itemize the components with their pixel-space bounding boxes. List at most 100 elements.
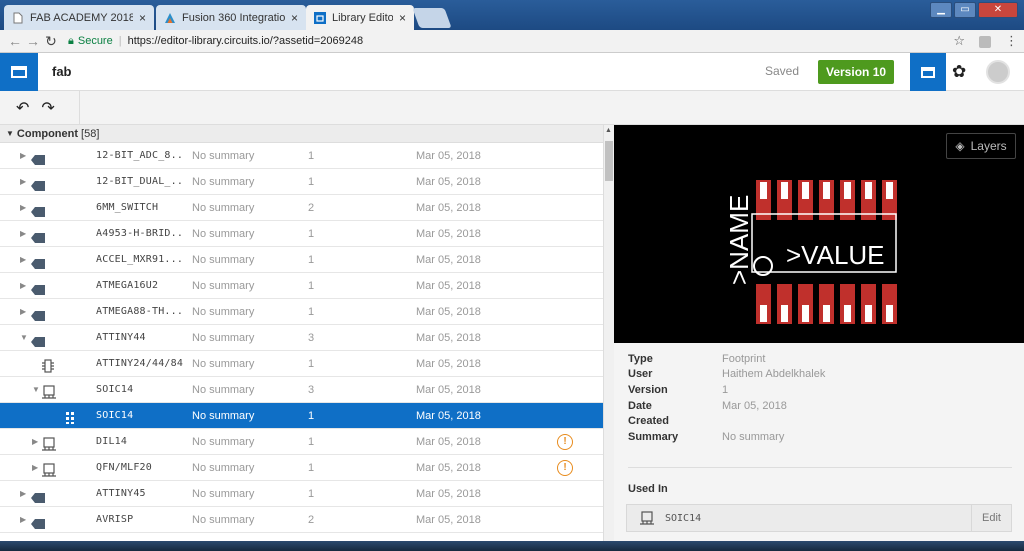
pad-mark (844, 305, 851, 322)
new-tab-button[interactable] (412, 8, 452, 28)
reload-icon[interactable]: ↻ (42, 33, 60, 50)
maximize-icon[interactable]: ▭ (954, 2, 976, 18)
row-version: 1 (308, 410, 315, 422)
forward-icon[interactable]: → (24, 33, 42, 49)
group-header-component[interactable]: ▼ Component [58] (0, 125, 603, 143)
library-logo-icon[interactable] (0, 52, 38, 91)
group-count: [58] (81, 127, 100, 140)
back-icon[interactable]: ← (6, 33, 24, 49)
component-icon (31, 155, 45, 165)
version-button[interactable]: Version 10 (818, 60, 895, 84)
browser-tab-fab-academy[interactable]: FAB ACADEMY 2018 - H × (4, 5, 154, 30)
component-list: ▼ Component [58] ▶ 12-BIT_ADC_8... No summ… (0, 125, 603, 551)
scrollbar-thumb[interactable] (605, 141, 613, 181)
list-item[interactable]: ▶ ATTINY45 No summary 1 Mar 05, 2018 (0, 481, 603, 507)
row-name: A4953-H-BRID... (96, 228, 184, 239)
row-date: Mar 05, 2018 (416, 306, 481, 318)
gear-icon[interactable]: ✿ (952, 62, 966, 82)
url-field[interactable]: 🔒︎ Secure | https://editor-library.circu… (68, 35, 363, 48)
edit-button[interactable]: Edit (971, 505, 1011, 531)
close-icon[interactable]: × (291, 11, 298, 25)
app-header: fab Saved Version 10 ✿ (0, 52, 1024, 91)
close-icon[interactable]: × (139, 11, 146, 25)
browser-tab-fusion[interactable]: Fusion 360 Integration w × (156, 5, 306, 30)
list-item[interactable]: ▶ 12-BIT_ADC_8... No summary 1 Mar 05, 2018 (0, 143, 603, 169)
detail-value: Footprint (722, 353, 766, 365)
minimize-icon[interactable]: ▁ (930, 2, 952, 18)
fusion-icon (165, 12, 175, 23)
row-date: Mar 05, 2018 (416, 176, 481, 188)
list-item[interactable]: SOIC14 No summary 1 Mar 05, 2018 (0, 403, 603, 429)
used-in-item[interactable]: SOIC14 Edit (626, 504, 1012, 532)
row-summary: No summary (192, 306, 255, 318)
divider (628, 467, 1012, 468)
window-close-icon[interactable]: ✕ (978, 2, 1018, 18)
chevron-right-icon[interactable]: ▶ (20, 481, 26, 507)
chevron-down-icon[interactable]: ▼ (32, 377, 40, 403)
name-label: >NAME (724, 195, 754, 285)
row-date: Mar 05, 2018 (416, 150, 481, 162)
row-icon (30, 254, 46, 269)
chevron-down-icon[interactable]: ▼ (20, 325, 28, 351)
chevron-right-icon[interactable]: ▶ (20, 221, 26, 247)
avatar[interactable] (986, 60, 1010, 84)
component-icon (31, 181, 45, 191)
undo-icon[interactable]: ↶ (16, 98, 29, 118)
chevron-right-icon[interactable]: ▶ (32, 429, 38, 455)
warning-icon[interactable]: ! (557, 434, 573, 450)
list-item[interactable]: ▶ ATMEGA16U2 No summary 1 Mar 05, 2018 (0, 273, 603, 299)
row-summary: No summary (192, 384, 255, 396)
list-item[interactable]: ▶ A4953-H-BRID... No summary 1 Mar 05, 2018 (0, 221, 603, 247)
row-date: Mar 05, 2018 (416, 462, 481, 474)
list-item[interactable]: ▶ ATMEGA88-TH... No summary 1 Mar 05, 2018 (0, 299, 603, 325)
list-item[interactable]: ▶ DIL14 No summary 1 Mar 05, 2018! (0, 429, 603, 455)
list-item[interactable]: ▼ ATTINY44 No summary 3 Mar 05, 2018 (0, 325, 603, 351)
row-version: 1 (308, 436, 315, 448)
bookmark-star-icon[interactable]: ☆ (953, 33, 965, 49)
list-item[interactable]: ▶ 6MM_SWITCH No summary 2 Mar 05, 2018 (0, 195, 603, 221)
redo-icon[interactable]: ↷ (41, 98, 54, 118)
warning-icon[interactable]: ! (557, 460, 573, 476)
row-summary: No summary (192, 202, 255, 214)
menu-kebab-icon[interactable]: ⋮ (1005, 33, 1018, 49)
pad-mark (781, 305, 788, 322)
page-icon (13, 12, 23, 23)
list-item[interactable]: ▼ SOIC14 No summary 3 Mar 05, 2018 (0, 377, 603, 403)
pad-mark (802, 305, 809, 322)
footprint-preview[interactable]: ◈ Layers >VALUE >NAME (614, 125, 1024, 343)
pad-mark (781, 182, 788, 199)
chevron-right-icon[interactable]: ▶ (20, 273, 26, 299)
row-name: 12-BIT_DUAL_... (96, 176, 184, 187)
url-text: https://editor-library.circuits.io/?asse… (127, 35, 364, 47)
component-icon (31, 493, 45, 503)
package-icon (42, 463, 56, 477)
chevron-right-icon[interactable]: ▶ (20, 169, 26, 195)
list-item[interactable]: ▶ QFN/MLF20 No summary 1 Mar 05, 2018! (0, 455, 603, 481)
library-toggle-icon[interactable] (910, 53, 946, 91)
row-date: Mar 05, 2018 (416, 228, 481, 240)
chevron-right-icon[interactable]: ▶ (20, 247, 26, 273)
detail-key: Version (628, 384, 668, 396)
list-item[interactable]: ▶ 12-BIT_DUAL_... No summary 1 Mar 05, 2018 (0, 169, 603, 195)
detail-key: User (628, 368, 653, 380)
value-label: >VALUE (786, 240, 885, 270)
row-name: ACCEL_MXR91... (96, 254, 184, 265)
close-icon[interactable]: × (399, 11, 406, 25)
chevron-right-icon[interactable]: ▶ (20, 195, 26, 221)
list-item[interactable]: ATTINY24/44/84 No summary 1 Mar 05, 2018 (0, 351, 603, 377)
extension-icon[interactable] (979, 36, 991, 48)
list-item[interactable]: ▶ AVRISP No summary 2 Mar 05, 2018 (0, 507, 603, 533)
list-scrollbar[interactable]: ▲ ▼ (603, 125, 614, 551)
chevron-right-icon[interactable]: ▶ (20, 143, 26, 169)
list-item[interactable]: ▶ ACCEL_MXR91... No summary 1 Mar 05, 2018 (0, 247, 603, 273)
row-version: 2 (308, 202, 315, 214)
row-date: Mar 05, 2018 (416, 436, 481, 448)
row-summary: No summary (192, 410, 255, 422)
chevron-right-icon[interactable]: ▶ (20, 299, 26, 325)
chevron-right-icon[interactable]: ▶ (20, 507, 26, 533)
scroll-up-icon[interactable]: ▲ (605, 127, 612, 134)
browser-tab-library-editor[interactable]: Library Editor × (306, 5, 414, 30)
chevron-right-icon[interactable]: ▶ (32, 455, 38, 481)
chevron-down-icon: ▼ (6, 129, 14, 138)
details-panel: Type Footprint User Haithem Abdelkhalek … (614, 343, 1024, 551)
